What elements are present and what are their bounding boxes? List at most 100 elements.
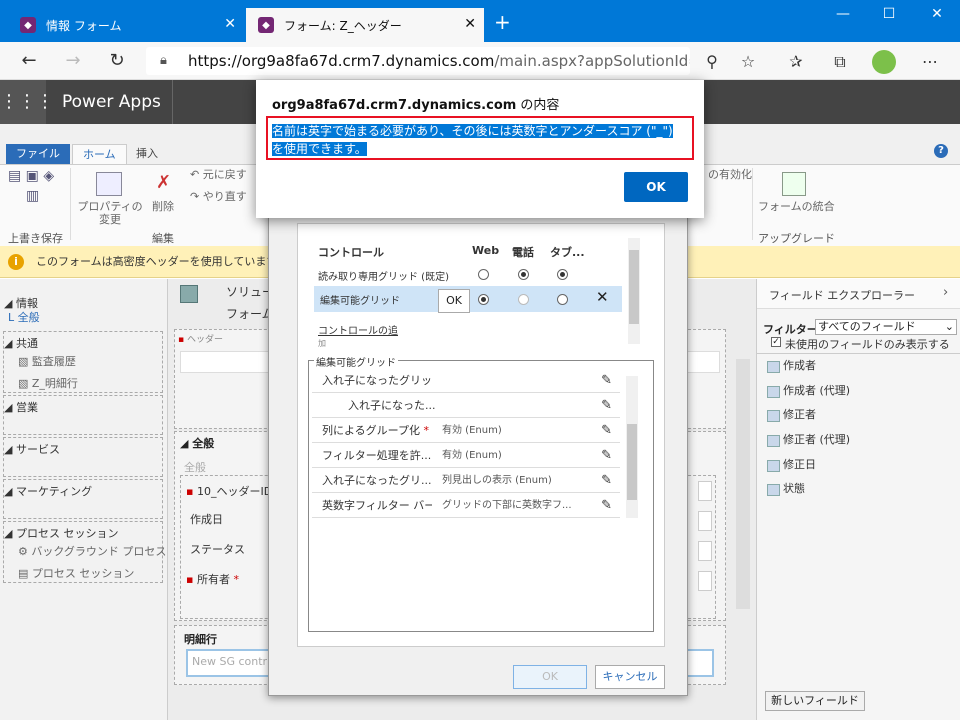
edit-icon[interactable]: ✎ — [601, 468, 612, 493]
redo-button[interactable]: ↷ やり直す — [190, 190, 247, 203]
alert-title: org9a8fa67d.crm7.dynamics.com の内容 — [272, 94, 559, 113]
col-web: Web — [472, 244, 500, 257]
field-item[interactable]: 修正者 — [763, 404, 943, 426]
save-as-icon[interactable]: ▥ — [26, 188, 39, 204]
url-field[interactable]: https://org9a8fa67d.crm7.dynamics.com/ma… — [146, 47, 690, 75]
group-edit-label: 編集 — [152, 232, 174, 245]
forward-icon[interactable]: → — [60, 48, 86, 74]
prop-name-text: 列によるグループ化 — [322, 424, 421, 437]
edit-icon[interactable]: ✎ — [601, 443, 612, 468]
remove-icon[interactable]: ✕ — [596, 288, 609, 306]
left-nav: ◢ 情報 L 全般 ◢ 共通 ▧ 監査履歴 ▧ Z_明細行 ◢ 営業 ◢ サービ… — [0, 279, 168, 720]
unused-only-label: 未使用のフィールドのみ表示する — [785, 338, 950, 351]
favorites-icon[interactable]: ✰ — [784, 50, 808, 74]
new-field-button[interactable]: 新しいフィールド — [765, 691, 865, 711]
prop-row[interactable]: 入れ子になったグリ... 列見出しの表示 (Enum) ✎ — [312, 468, 620, 493]
prop-value: グリッドの下部に英数字フ... — [442, 500, 572, 511]
alert-message: 名前は英字で始まる必要があり、その後には英数字とアンダースコア ("_") を使… — [272, 124, 673, 156]
radio-readonly-phone[interactable] — [518, 269, 529, 280]
filter-select[interactable]: すべてのフィールド ⌄ — [815, 319, 957, 335]
header-label: ▪ ヘッダー — [178, 332, 223, 345]
col-tablet: タブ... — [550, 246, 585, 259]
field-label: 所有者 — [196, 573, 230, 586]
save-icons[interactable]: ▤ ▣ ◈ — [8, 168, 54, 184]
nav-group-process[interactable]: ◢ プロセス セッション — [4, 525, 118, 541]
edit-icon[interactable]: ✎ — [601, 393, 612, 418]
delete-icon: ✗ — [156, 172, 172, 193]
address-bar-row: ← → ↻ https://org9a8fa67d.crm7.dynamics.… — [0, 42, 960, 80]
nav-group-marketing[interactable]: ◢ マーケティング — [4, 483, 92, 499]
help-icon[interactable]: ? — [934, 144, 948, 158]
close-icon[interactable]: ✕ — [224, 16, 236, 32]
nav-item-audit[interactable]: ▧ 監査履歴 — [18, 353, 76, 369]
scrollbar-thumb[interactable] — [629, 250, 639, 324]
edit-icon[interactable]: ✎ — [601, 418, 612, 443]
tab-home[interactable]: ホーム — [72, 144, 127, 164]
scrollbar[interactable] — [736, 359, 750, 609]
prop-row[interactable]: フィルター処理を許... 有効 (Enum) ✎ — [312, 443, 620, 468]
nav-group-sales[interactable]: ◢ 営業 — [4, 399, 38, 415]
field-input-box — [698, 541, 712, 561]
tab-header-form[interactable]: ◆ フォーム: Z_ヘッダー ✕ — [246, 8, 484, 42]
dialog-cancel-button[interactable]: キャンセル — [595, 665, 665, 689]
prop-row[interactable]: 英数字フィルター バー グリッドの下部に英数字フ... ✎ — [312, 493, 620, 518]
radio-readonly-web[interactable] — [478, 269, 489, 280]
properties-button[interactable]: プロパティの 変更 — [76, 200, 144, 226]
waffle-icon[interactable]: ⋮⋮⋮ — [0, 80, 54, 124]
minimize-icon[interactable]: — — [828, 6, 858, 26]
nav-item-detail[interactable]: ▧ Z_明細行 — [18, 375, 78, 391]
field-item[interactable]: 作成者 (代理) — [763, 380, 943, 402]
nav-item-process-session[interactable]: ▤ プロセス セッション — [18, 565, 134, 581]
nav-group-label: プロセス セッション — [15, 527, 119, 540]
favorite-star-icon[interactable]: ☆ — [736, 50, 760, 74]
prop-value: 列見出しの表示 (Enum) — [442, 475, 552, 486]
add-control-link[interactable]: コントロールの追 — [318, 322, 398, 337]
alert-ok-button[interactable]: OK — [624, 172, 688, 202]
zoom-icon[interactable]: ⚲ — [700, 50, 724, 74]
close-icon[interactable]: ✕ — [464, 16, 476, 32]
tab-file[interactable]: ファイル — [6, 144, 70, 164]
row-readonly-grid[interactable]: 読み取り専用グリッド (既定) — [318, 268, 449, 283]
nav-group-common[interactable]: ◢ 共通 — [4, 335, 38, 351]
edit-icon[interactable]: ✎ — [601, 368, 612, 393]
profile-avatar[interactable] — [872, 50, 896, 74]
field-item[interactable]: 状態 — [763, 478, 943, 500]
nav-item-label: Z_明細行 — [31, 377, 78, 390]
radio-editable-web[interactable] — [478, 294, 489, 305]
enable-button[interactable]: の有効化 — [708, 168, 752, 181]
field-item[interactable]: 作成者 — [763, 355, 943, 377]
nav-item-bg-process[interactable]: ⚙ バックグラウンド プロセス — [18, 543, 166, 559]
unused-only-checkbox[interactable]: ✓ — [771, 337, 781, 347]
filter-value: すべてのフィールド — [818, 320, 916, 333]
dialog-ok-button[interactable]: OK — [513, 665, 587, 689]
tab-info-form[interactable]: ◆ 情報 フォーム ✕ — [8, 8, 244, 42]
prop-row[interactable]: 列によるグループ化 * 有効 (Enum) ✎ — [312, 418, 620, 443]
edit-icon[interactable]: ✎ — [601, 493, 612, 518]
field-item[interactable]: 修正日 — [763, 454, 943, 476]
prop-name: 入れ子になった... — [348, 399, 436, 412]
new-tab-button[interactable]: + — [494, 10, 511, 34]
chevron-down-icon: ⌄ — [944, 320, 954, 333]
scrollbar-thumb[interactable] — [627, 424, 637, 500]
radio-editable-phone[interactable] — [518, 294, 529, 305]
radio-readonly-tablet[interactable] — [557, 269, 568, 280]
nav-group-service[interactable]: ◢ サービス — [4, 441, 60, 457]
refresh-icon[interactable]: ↻ — [104, 48, 130, 74]
merge-forms-button[interactable]: フォームの統合 — [758, 200, 835, 213]
undo-button[interactable]: ↶ 元に戻す — [190, 168, 247, 181]
nav-info-all[interactable]: L 全般 — [8, 309, 40, 325]
delete-button[interactable]: 削除 — [152, 200, 174, 213]
prop-row[interactable]: 入れ子になった... ✎ — [312, 393, 620, 418]
prop-name: 列によるグループ化 * — [322, 418, 432, 443]
more-icon[interactable]: ⋯ — [918, 50, 942, 74]
collapse-icon[interactable]: › — [943, 285, 948, 300]
prop-row[interactable]: 入れ子になったグリッ... ✎ — [312, 368, 620, 393]
maximize-icon[interactable]: ☐ — [874, 6, 904, 26]
tab-insert[interactable]: 挿入 — [126, 144, 168, 164]
lock-icon[interactable]: 🔒︎ — [160, 53, 167, 68]
collections-icon[interactable]: ⧉ — [828, 50, 852, 74]
radio-editable-tablet[interactable] — [557, 294, 568, 305]
back-icon[interactable]: ← — [16, 48, 42, 74]
field-item[interactable]: 修正者 (代理) — [763, 429, 943, 451]
window-close-icon[interactable]: ✕ — [922, 6, 952, 26]
